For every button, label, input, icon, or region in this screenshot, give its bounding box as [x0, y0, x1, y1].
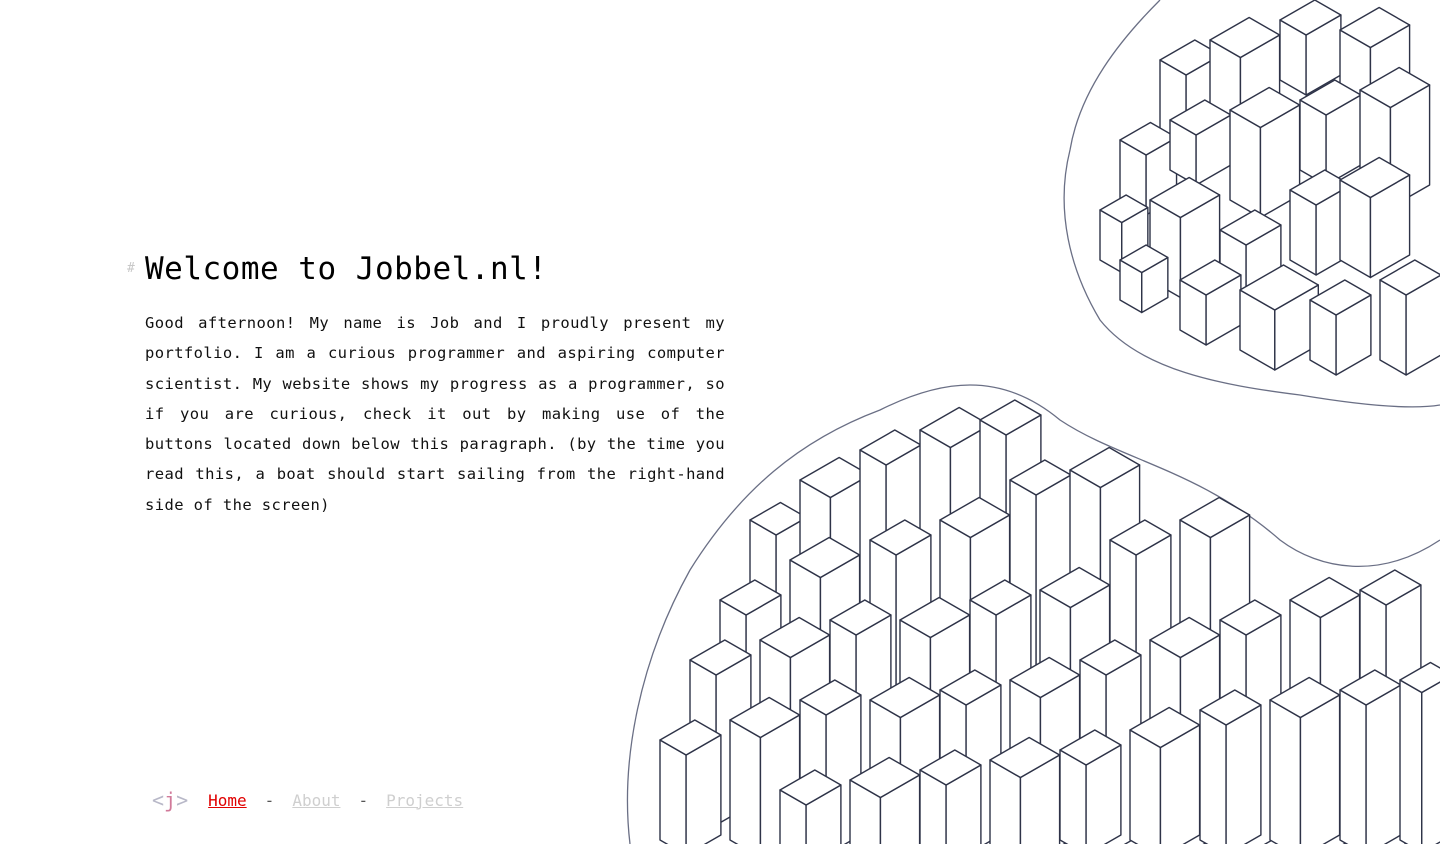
nav-separator: -	[358, 790, 369, 810]
logo-letter: j	[164, 788, 177, 812]
site-logo[interactable]: <j>	[152, 788, 188, 812]
nav-link-about[interactable]: About	[292, 791, 340, 810]
city-sketch-illustration	[626, 0, 1440, 844]
nav-link-home[interactable]: Home	[208, 791, 247, 810]
heading-row: # Welcome to Jobbel.nl!	[127, 248, 725, 290]
bottom-nav: <j> Home - About - Projects	[152, 786, 463, 814]
logo-bracket-right: >	[176, 788, 189, 812]
page-title: Welcome to Jobbel.nl!	[145, 251, 548, 287]
nav-separator: -	[264, 790, 275, 810]
main-content: # Welcome to Jobbel.nl! Good afternoon! …	[127, 248, 725, 520]
logo-bracket-left: <	[152, 788, 165, 812]
nav-link-projects[interactable]: Projects	[386, 791, 463, 810]
heading-anchor-hash[interactable]: #	[127, 261, 135, 276]
intro-paragraph: Good afternoon! My name is Job and I pro…	[145, 314, 725, 514]
